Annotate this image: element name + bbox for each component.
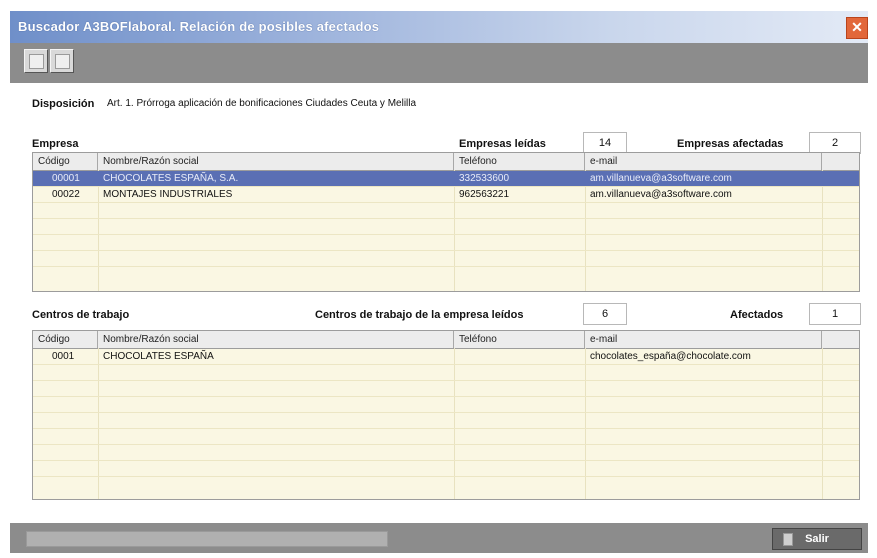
cell-telefono: 332533600 — [459, 173, 510, 184]
centros-leidos-label: Centros de trabajo de la empresa leídos — [315, 309, 524, 321]
cell-telefono — [454, 349, 585, 364]
window-title: Buscador A3BOFlaboral. Relación de posib… — [18, 19, 380, 34]
column-header-email[interactable]: e-mail — [585, 153, 822, 170]
cell-codigo: 0001 — [52, 351, 75, 362]
empresas-afectadas-field: 2 — [809, 132, 861, 154]
empresa-section-label: Empresa — [32, 138, 79, 150]
close-button[interactable]: ✕ — [846, 17, 868, 39]
afectados-label: Afectados — [730, 309, 784, 321]
empresa-grid-header: Código Nombre/Razón social Teléfono e-ma… — [33, 153, 859, 171]
table-row[interactable]: 00001 CHOCOLATES ESPAÑA, S.A. 332533600 … — [33, 171, 859, 186]
cell-email: am.villanueva@a3software.com — [590, 189, 732, 200]
cell-nombre: CHOCOLATES ESPAÑA, S.A. — [103, 173, 239, 184]
empresas-leidas-label: Empresas leídas — [459, 138, 546, 150]
cell-codigo: 00022 — [52, 189, 80, 200]
close-icon: ✕ — [851, 19, 863, 35]
centros-grid-header: Código Nombre/Razón social Teléfono e-ma… — [33, 331, 859, 349]
toolbar — [10, 43, 868, 83]
centros-leidos-field: 6 — [583, 303, 627, 325]
empresas-afectadas-label: Empresas afectadas — [677, 138, 784, 150]
progress-bar — [26, 531, 388, 547]
column-header-nombre[interactable]: Nombre/Razón social — [98, 331, 454, 348]
column-header-email[interactable]: e-mail — [585, 331, 822, 348]
print-button[interactable] — [24, 49, 48, 73]
empresa-grid[interactable]: Código Nombre/Razón social Teléfono e-ma… — [32, 152, 860, 292]
salir-button[interactable]: Salir — [772, 528, 862, 550]
dialog-window: Buscador A3BOFlaboral. Relación de posib… — [0, 0, 877, 558]
exit-door-icon — [783, 533, 793, 546]
cell-codigo: 00001 — [52, 173, 80, 184]
column-header-telefono[interactable]: Teléfono — [454, 331, 585, 348]
disposicion-value: Art. 1. Prórroga aplicación de bonificac… — [107, 98, 417, 109]
print-icon — [29, 54, 44, 69]
salir-label: Salir — [805, 533, 829, 545]
column-header-codigo[interactable]: Código — [33, 153, 98, 170]
cell-nombre: MONTAJES INDUSTRIALES — [103, 189, 233, 200]
cell-email: am.villanueva@a3software.com — [590, 173, 732, 184]
table-row[interactable]: 00022 MONTAJES INDUSTRIALES 962563221 am… — [33, 187, 859, 202]
column-header-telefono[interactable]: Teléfono — [454, 153, 585, 170]
preview-icon — [55, 54, 70, 69]
preview-button[interactable] — [50, 49, 74, 73]
cell-telefono: 962563221 — [459, 189, 510, 200]
title-bar[interactable]: Buscador A3BOFlaboral. Relación de posib… — [10, 11, 868, 43]
content-panel: Disposición Art. 1. Prórroga aplicación … — [10, 83, 868, 523]
centros-section-label: Centros de trabajo — [32, 309, 130, 321]
column-header-codigo[interactable]: Código — [33, 331, 98, 348]
centros-grid[interactable]: Código Nombre/Razón social Teléfono e-ma… — [32, 330, 860, 500]
empresas-leidas-field: 14 — [583, 132, 627, 154]
table-row[interactable]: 0001 CHOCOLATES ESPAÑA chocolates_españa… — [33, 349, 859, 364]
cell-nombre: CHOCOLATES ESPAÑA — [103, 351, 214, 362]
afectados-field: 1 — [809, 303, 861, 325]
column-header-nombre[interactable]: Nombre/Razón social — [98, 153, 454, 170]
cell-email: chocolates_españa@chocolate.com — [590, 351, 751, 362]
disposicion-label: Disposición — [32, 98, 95, 110]
status-bar: Salir — [10, 523, 868, 553]
